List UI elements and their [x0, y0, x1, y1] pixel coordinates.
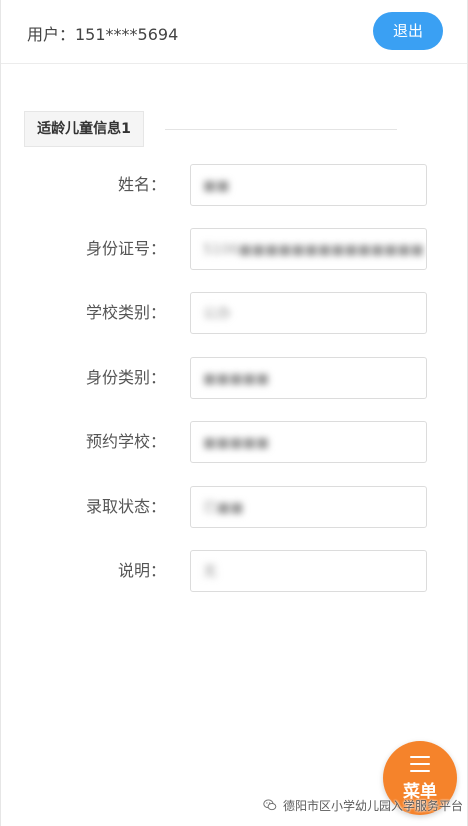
- field-label: 姓名：: [117, 175, 166, 194]
- hamburger-icon: [410, 756, 430, 772]
- field-label: 身份证号：: [85, 239, 166, 258]
- field-row-id-number: 身份证号： 5106■■■■■■■■■■■■■■: [1, 228, 467, 270]
- admission-status-field[interactable]: 已■■: [190, 486, 427, 528]
- field-label: 身份类别：: [85, 368, 166, 387]
- field-value: ■■: [203, 178, 230, 194]
- watermark: 德阳市区小学幼儿园入学服务平台: [263, 794, 463, 816]
- school-type-field[interactable]: 公办: [190, 292, 427, 334]
- field-value: 5106■■■■■■■■■■■■■■: [203, 242, 424, 258]
- field-value: ■■■■■: [203, 435, 270, 451]
- field-row-name: 姓名： ■■: [1, 164, 467, 206]
- reserved-school-field[interactable]: ■■■■■: [190, 421, 427, 463]
- logout-button[interactable]: 退出: [373, 12, 443, 50]
- id-number-field[interactable]: 5106■■■■■■■■■■■■■■: [190, 228, 427, 270]
- field-value: ■■■■■: [203, 371, 270, 387]
- section-tab-child-info[interactable]: 适龄儿童信息1: [24, 111, 144, 147]
- wechat-icon: [263, 799, 277, 811]
- remarks-field[interactable]: 无: [190, 550, 427, 592]
- page: 用户：151****5694 退出 适龄儿童信息1 姓名： ■■ 身份证号： 5…: [0, 0, 468, 826]
- field-value: 无: [203, 564, 217, 580]
- field-label: 说明：: [117, 561, 166, 580]
- header: 用户：151****5694 退出: [1, 0, 467, 64]
- section-divider: [165, 129, 397, 130]
- field-value: 已■■: [203, 500, 244, 516]
- field-label: 预约学校：: [85, 432, 166, 451]
- identity-type-field[interactable]: ■■■■■: [190, 357, 427, 399]
- field-row-school-type: 学校类别： 公办: [1, 292, 467, 334]
- name-field[interactable]: ■■: [190, 164, 427, 206]
- user-label: 用户：151****5694: [27, 25, 179, 44]
- watermark-text: 德阳市区小学幼儿园入学服务平台: [282, 798, 463, 813]
- field-row-identity-type: 身份类别： ■■■■■: [1, 357, 467, 399]
- field-label: 学校类别：: [85, 303, 166, 322]
- field-value: 公办: [203, 306, 231, 322]
- field-row-remarks: 说明： 无: [1, 550, 467, 592]
- field-row-reserved-school: 预约学校： ■■■■■: [1, 421, 467, 463]
- field-label: 录取状态：: [85, 497, 166, 516]
- field-row-admission-status: 录取状态： 已■■: [1, 486, 467, 528]
